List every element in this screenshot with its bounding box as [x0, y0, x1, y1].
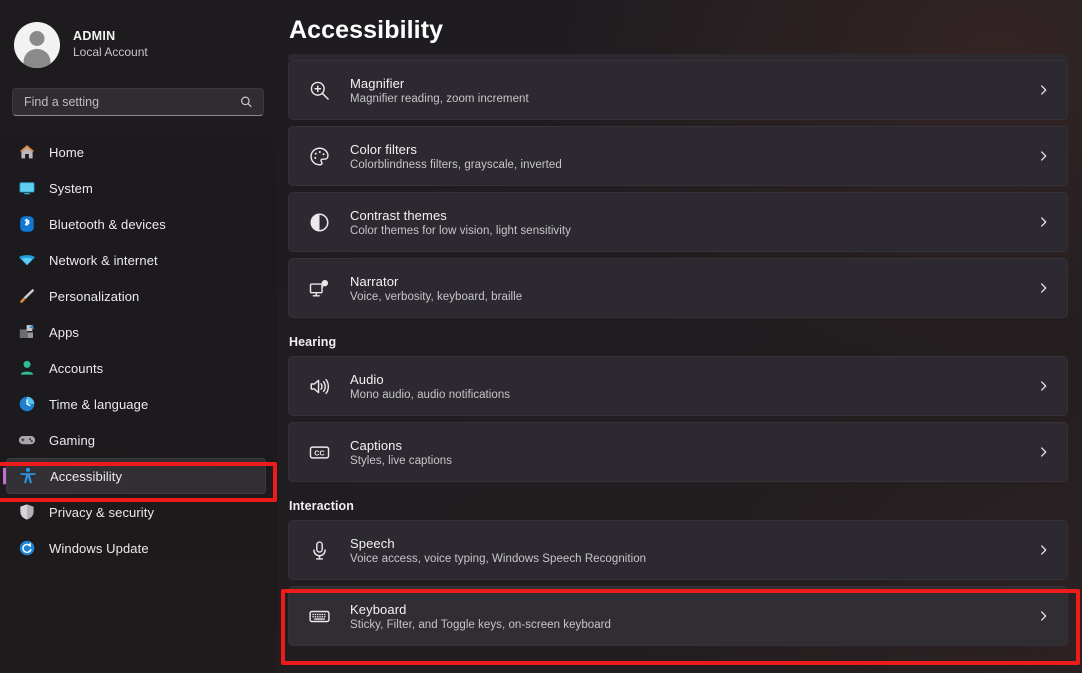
- sidebar-item-network-internet[interactable]: Network & internet: [6, 242, 266, 278]
- system-monitor-icon: [18, 179, 36, 197]
- sidebar-item-windows-update[interactable]: Windows Update: [6, 530, 266, 566]
- sidebar-item-home[interactable]: Home: [6, 134, 266, 170]
- card-keyboard[interactable]: Keyboard Sticky, Filter, and Toggle keys…: [288, 586, 1068, 646]
- update-refresh-icon: [18, 539, 36, 557]
- card-subtitle: Voice access, voice typing, Windows Spee…: [350, 552, 647, 565]
- sidebar-item-privacy-security[interactable]: Privacy & security: [6, 494, 266, 530]
- accessibility-person-icon: [19, 467, 37, 485]
- selection-indicator: [3, 467, 6, 485]
- sidebar-item-label: Gaming: [49, 432, 96, 448]
- card-subtitle: Voice, verbosity, keyboard, braille: [350, 290, 523, 303]
- sidebar-item-accounts[interactable]: Accounts: [6, 350, 266, 386]
- sidebar-item-label: Network & internet: [49, 252, 158, 268]
- section-heading-hearing: Hearing: [289, 335, 337, 349]
- color-palette-icon: [306, 143, 332, 169]
- card-title: Contrast themes: [350, 207, 447, 223]
- apps-blocks-icon: [18, 323, 36, 341]
- section-heading-interaction: Interaction: [289, 499, 354, 513]
- captions-cc-icon: CC: [306, 439, 332, 465]
- account-person-icon: [18, 359, 36, 377]
- sidebar-item-label: Apps: [49, 324, 80, 340]
- sidebar-item-gaming[interactable]: Gaming: [6, 422, 266, 458]
- sidebar-item-personalization[interactable]: Personalization: [6, 278, 266, 314]
- search-box[interactable]: [12, 88, 264, 116]
- account-header[interactable]: ADMIN Local Account: [0, 10, 278, 72]
- card-audio[interactable]: Audio Mono audio, audio notifications: [288, 356, 1068, 416]
- search-input[interactable]: [13, 89, 263, 115]
- wifi-icon: [18, 251, 36, 269]
- card-subtitle: Styles, live captions: [350, 454, 453, 467]
- avatar: [14, 22, 60, 68]
- sidebar-item-apps[interactable]: Apps: [6, 314, 266, 350]
- card-subtitle: Sticky, Filter, and Toggle keys, on-scre…: [350, 618, 612, 631]
- narrator-monitor-icon: [306, 275, 332, 301]
- magnifier-icon: [306, 77, 332, 103]
- speaker-icon: [306, 373, 332, 399]
- card-subtitle: Colorblindness filters, grayscale, inver…: [350, 158, 562, 171]
- svg-text:CC: CC: [314, 448, 325, 457]
- settings-list: Magnifier Magnifier reading, zoom increm…: [284, 45, 1082, 646]
- home-icon: [18, 143, 36, 161]
- chevron-right-icon: [1038, 611, 1049, 622]
- card-title: Color filters: [350, 141, 418, 157]
- card-title: Narrator: [350, 273, 399, 289]
- chevron-right-icon: [1038, 283, 1049, 294]
- card-contrast-themes[interactable]: Contrast themes Color themes for low vis…: [288, 192, 1068, 252]
- card-subtitle: Mono audio, audio notifications: [350, 388, 511, 401]
- main-content: Accessibility Magnifier Magnifier readin…: [278, 0, 1082, 673]
- sidebar-item-label: Windows Update: [49, 540, 149, 556]
- sidebar: ADMIN Local Account Find a setting Home …: [0, 0, 278, 673]
- sidebar-item-label: System: [49, 180, 93, 196]
- card-title: Keyboard: [350, 601, 407, 617]
- card-title: Speech: [350, 535, 395, 551]
- chevron-right-icon: [1038, 545, 1049, 556]
- card-subtitle: Color themes for low vision, light sensi…: [350, 224, 571, 237]
- contrast-circle-icon: [306, 209, 332, 235]
- card-captions[interactable]: CC Captions Styles, live captions: [288, 422, 1068, 482]
- sidebar-item-label: Bluetooth & devices: [49, 216, 166, 232]
- bluetooth-icon: [18, 215, 36, 233]
- sidebar-item-label: Privacy & security: [49, 504, 155, 520]
- microphone-icon: [306, 537, 332, 563]
- card-title: Captions: [350, 437, 403, 453]
- shield-icon: [18, 503, 36, 521]
- sidebar-item-label: Time & language: [49, 396, 149, 412]
- card-title: Magnifier: [350, 75, 405, 91]
- card-narrator[interactable]: Narrator Voice, verbosity, keyboard, bra…: [288, 258, 1068, 318]
- sidebar-item-label: Accessibility: [50, 468, 123, 484]
- card-speech[interactable]: Speech Voice access, voice typing, Windo…: [288, 520, 1068, 580]
- chevron-right-icon: [1038, 151, 1049, 162]
- chevron-right-icon: [1038, 381, 1049, 392]
- sidebar-item-label: Personalization: [49, 288, 140, 304]
- card-title: Audio: [350, 371, 384, 387]
- clock-icon: [18, 395, 36, 413]
- sidebar-item-time-language[interactable]: Time & language: [6, 386, 266, 422]
- paintbrush-icon: [18, 287, 36, 305]
- sidebar-nav: Home System Bluetooth & devices Network …: [0, 134, 278, 566]
- settings-window: ADMIN Local Account Find a setting Home …: [0, 0, 1082, 673]
- chevron-right-icon: [1038, 217, 1049, 228]
- chevron-right-icon: [1038, 85, 1049, 96]
- keyboard-icon: [306, 603, 332, 629]
- card-magnifier[interactable]: Magnifier Magnifier reading, zoom increm…: [288, 60, 1068, 120]
- sidebar-item-accessibility[interactable]: Accessibility: [3, 458, 266, 494]
- card-color-filters[interactable]: Color filters Colorblindness filters, gr…: [288, 126, 1068, 186]
- page-title: Accessibility: [289, 16, 444, 44]
- sidebar-item-label: Accounts: [49, 360, 104, 376]
- sidebar-item-system[interactable]: System: [6, 170, 266, 206]
- account-type: Local Account: [73, 45, 148, 59]
- gamepad-icon: [18, 431, 36, 449]
- card-subtitle: Magnifier reading, zoom increment: [350, 92, 529, 105]
- chevron-right-icon: [1038, 447, 1049, 458]
- account-name: ADMIN: [73, 29, 116, 43]
- sidebar-item-label: Home: [49, 144, 85, 160]
- sidebar-item-bluetooth-devices[interactable]: Bluetooth & devices: [6, 206, 266, 242]
